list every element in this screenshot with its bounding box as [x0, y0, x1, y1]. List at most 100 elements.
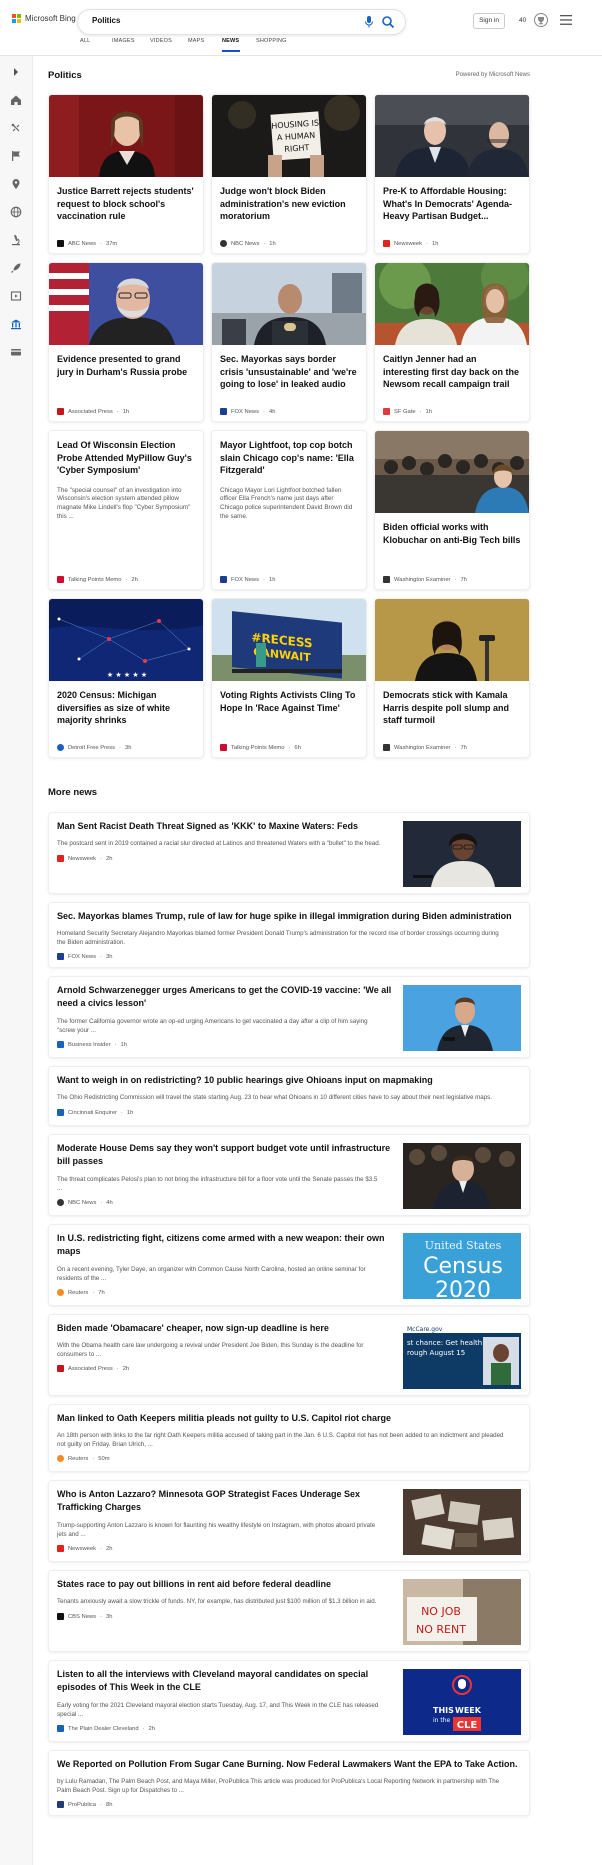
news-list-item[interactable]: Sec. Mayorkas blames Trump, rule of law …: [48, 902, 530, 968]
news-list-item[interactable]: Moderate House Dems say they won't suppo…: [48, 1134, 530, 1216]
news-title[interactable]: Listen to all the interviews with Clevel…: [57, 1668, 368, 1694]
news-card[interactable]: HOUSING IS A HUMAN RIGHT Judge won't blo…: [211, 94, 367, 254]
news-thumbnail[interactable]: [403, 985, 521, 1051]
card-source[interactable]: NBC News · 1h: [220, 240, 276, 247]
news-list-item[interactable]: Man Sent Racist Death Threat Signed as '…: [48, 812, 530, 894]
news-thumbnail[interactable]: NO JOB NO RENT: [403, 1579, 521, 1645]
flag-icon[interactable]: [10, 150, 22, 162]
card-source[interactable]: FOX News · 4h: [220, 408, 275, 415]
tab-news[interactable]: NEWS: [222, 38, 240, 52]
news-list-item[interactable]: Want to weigh in on redistricting? 10 pu…: [48, 1066, 530, 1126]
card-title[interactable]: Biden official works with Klobuchar on a…: [375, 513, 529, 546]
news-title[interactable]: We Reported on Pollution From Sugar Cane…: [57, 1758, 518, 1771]
sparkle-icon[interactable]: [10, 122, 22, 134]
news-thumbnail[interactable]: [403, 1143, 521, 1209]
chevron-right-icon[interactable]: [10, 66, 22, 78]
card-title[interactable]: 2020 Census: Michigan diversifies as siz…: [49, 681, 203, 727]
card-source[interactable]: Talking Points Memo · 6h: [220, 744, 301, 751]
news-list-item[interactable]: In U.S. redistricting fight, citizens co…: [48, 1224, 530, 1306]
news-source[interactable]: Newsweek · 2h: [57, 1545, 112, 1552]
news-title[interactable]: Moderate House Dems say they won't suppo…: [57, 1142, 390, 1168]
news-source[interactable]: CBS News · 3h: [57, 1613, 112, 1620]
tab-maps[interactable]: MAPS: [188, 38, 222, 52]
home-icon[interactable]: [10, 94, 22, 106]
news-title[interactable]: Man Sent Racist Death Threat Signed as '…: [57, 820, 358, 833]
news-card[interactable]: Mayor Lightfoot, top cop botch slain Chi…: [211, 430, 367, 590]
card-title[interactable]: Democrats stick with Kamala Harris despi…: [375, 681, 529, 727]
news-card[interactable]: Evidence presented to grand jury in Durh…: [48, 262, 204, 422]
card-title[interactable]: Sec. Mayorkas says border crisis 'unsust…: [212, 345, 366, 391]
card-title[interactable]: Evidence presented to grand jury in Durh…: [49, 345, 203, 378]
news-title[interactable]: Biden made 'Obamacare' cheaper, now sign…: [57, 1322, 329, 1335]
news-title[interactable]: Sec. Mayorkas blames Trump, rule of law …: [57, 910, 512, 923]
news-source[interactable]: Associated Press · 2h: [57, 1365, 129, 1372]
location-icon[interactable]: [10, 178, 22, 190]
news-list-item[interactable]: Arnold Schwarzenegger urges Americans to…: [48, 976, 530, 1058]
news-title[interactable]: In U.S. redistricting fight, citizens co…: [57, 1232, 385, 1258]
globe-icon[interactable]: [10, 206, 22, 218]
news-list-item[interactable]: Who is Anton Lazzaro? Minnesota GOP Stra…: [48, 1480, 530, 1562]
news-list-item[interactable]: Man linked to Oath Keepers militia plead…: [48, 1404, 530, 1472]
news-title[interactable]: Arnold Schwarzenegger urges Americans to…: [57, 984, 391, 1010]
government-icon[interactable]: [10, 318, 22, 330]
card-icon[interactable]: [10, 346, 22, 358]
powered-by-label[interactable]: Powered by Microsoft News: [456, 72, 530, 78]
card-title[interactable]: Justice Barrett rejects students' reques…: [49, 177, 203, 223]
news-title[interactable]: Man linked to Oath Keepers militia plead…: [57, 1412, 391, 1425]
tab-all[interactable]: ALL: [80, 38, 112, 52]
sign-in-button[interactable]: Sign in: [473, 13, 505, 29]
news-source[interactable]: Reuters · 50m: [57, 1455, 110, 1462]
card-source[interactable]: Associated Press · 1h: [57, 408, 129, 415]
news-source[interactable]: The Plain Dealer Cleveland · 2h: [57, 1725, 155, 1732]
news-card[interactable]: Caitlyn Jenner had an interesting first …: [374, 262, 530, 422]
news-list-item[interactable]: Biden made 'Obamacare' cheaper, now sign…: [48, 1314, 530, 1396]
search-box[interactable]: Politics: [78, 10, 405, 34]
news-card[interactable]: Biden official works with Klobuchar on a…: [374, 430, 530, 590]
bing-logo[interactable]: Microsoft Bing: [12, 14, 76, 23]
news-thumbnail[interactable]: [403, 1489, 521, 1555]
card-title[interactable]: Judge won't block Biden administration's…: [212, 177, 366, 223]
card-source[interactable]: FOX News · 1h: [220, 576, 275, 583]
news-source[interactable]: Newsweek · 2h: [57, 855, 112, 862]
news-source[interactable]: FOX News · 3h: [57, 953, 112, 960]
news-source[interactable]: NBC News · 4h: [57, 1199, 113, 1206]
tab-shopping[interactable]: SHOPPING: [256, 38, 296, 52]
news-card[interactable]: ★ ★ ★ ★ ★ 2020 Census: Michigan diversif…: [48, 598, 204, 758]
news-title[interactable]: Who is Anton Lazzaro? Minnesota GOP Stra…: [57, 1488, 360, 1514]
film-icon[interactable]: [10, 290, 22, 302]
microscope-icon[interactable]: [10, 234, 22, 246]
rewards-trophy-icon[interactable]: [533, 12, 549, 28]
search-icon[interactable]: [381, 15, 395, 29]
card-title[interactable]: Caitlyn Jenner had an interesting first …: [375, 345, 529, 391]
microphone-icon[interactable]: [363, 15, 375, 29]
card-source[interactable]: SF Gate · 1h: [383, 408, 432, 415]
news-source[interactable]: ProPublica · 8h: [57, 1801, 112, 1808]
news-list-item[interactable]: We Reported on Pollution From Sugar Cane…: [48, 1750, 530, 1816]
news-source[interactable]: Business Insider · 1h: [57, 1041, 127, 1048]
card-title[interactable]: Lead Of Wisconsin Election Probe Attende…: [49, 431, 203, 477]
news-thumbnail[interactable]: McCare.gov st chance: Get health coverag…: [403, 1323, 521, 1389]
card-source[interactable]: Detroit Free Press · 3h: [57, 744, 131, 751]
news-source[interactable]: Reuters · 7h: [57, 1289, 105, 1296]
search-input[interactable]: Politics: [92, 16, 120, 25]
news-thumbnail[interactable]: [403, 821, 521, 887]
news-thumbnail[interactable]: THIS WEEK in the CLE: [403, 1669, 521, 1735]
tab-images[interactable]: IMAGES: [112, 38, 150, 52]
rocket-icon[interactable]: [10, 262, 22, 274]
news-card[interactable]: Democrats stick with Kamala Harris despi…: [374, 598, 530, 758]
news-title[interactable]: Want to weigh in on redistricting? 10 pu…: [57, 1074, 433, 1087]
card-title[interactable]: Mayor Lightfoot, top cop botch slain Chi…: [212, 431, 366, 477]
tab-videos[interactable]: VIDEOS: [150, 38, 188, 52]
news-list-item[interactable]: Listen to all the interviews with Clevel…: [48, 1660, 530, 1742]
card-title[interactable]: Pre-K to Affordable Housing: What's In D…: [375, 177, 529, 223]
card-source[interactable]: Washington Examiner · 7h: [383, 744, 467, 751]
hamburger-menu-icon[interactable]: [560, 15, 572, 25]
rewards-count[interactable]: 40: [519, 17, 526, 24]
card-source[interactable]: Newsweek · 1h: [383, 240, 438, 247]
card-source[interactable]: Washington Examiner · 7h: [383, 576, 467, 583]
news-title[interactable]: States race to pay out billions in rent …: [57, 1578, 331, 1591]
news-source[interactable]: Cincinnati Enquirer · 1h: [57, 1109, 133, 1116]
news-card[interactable]: Justice Barrett rejects students' reques…: [48, 94, 204, 254]
card-title[interactable]: Voting Rights Activists Cling To Hope In…: [212, 681, 366, 714]
news-card[interactable]: Sec. Mayorkas says border crisis 'unsust…: [211, 262, 367, 422]
